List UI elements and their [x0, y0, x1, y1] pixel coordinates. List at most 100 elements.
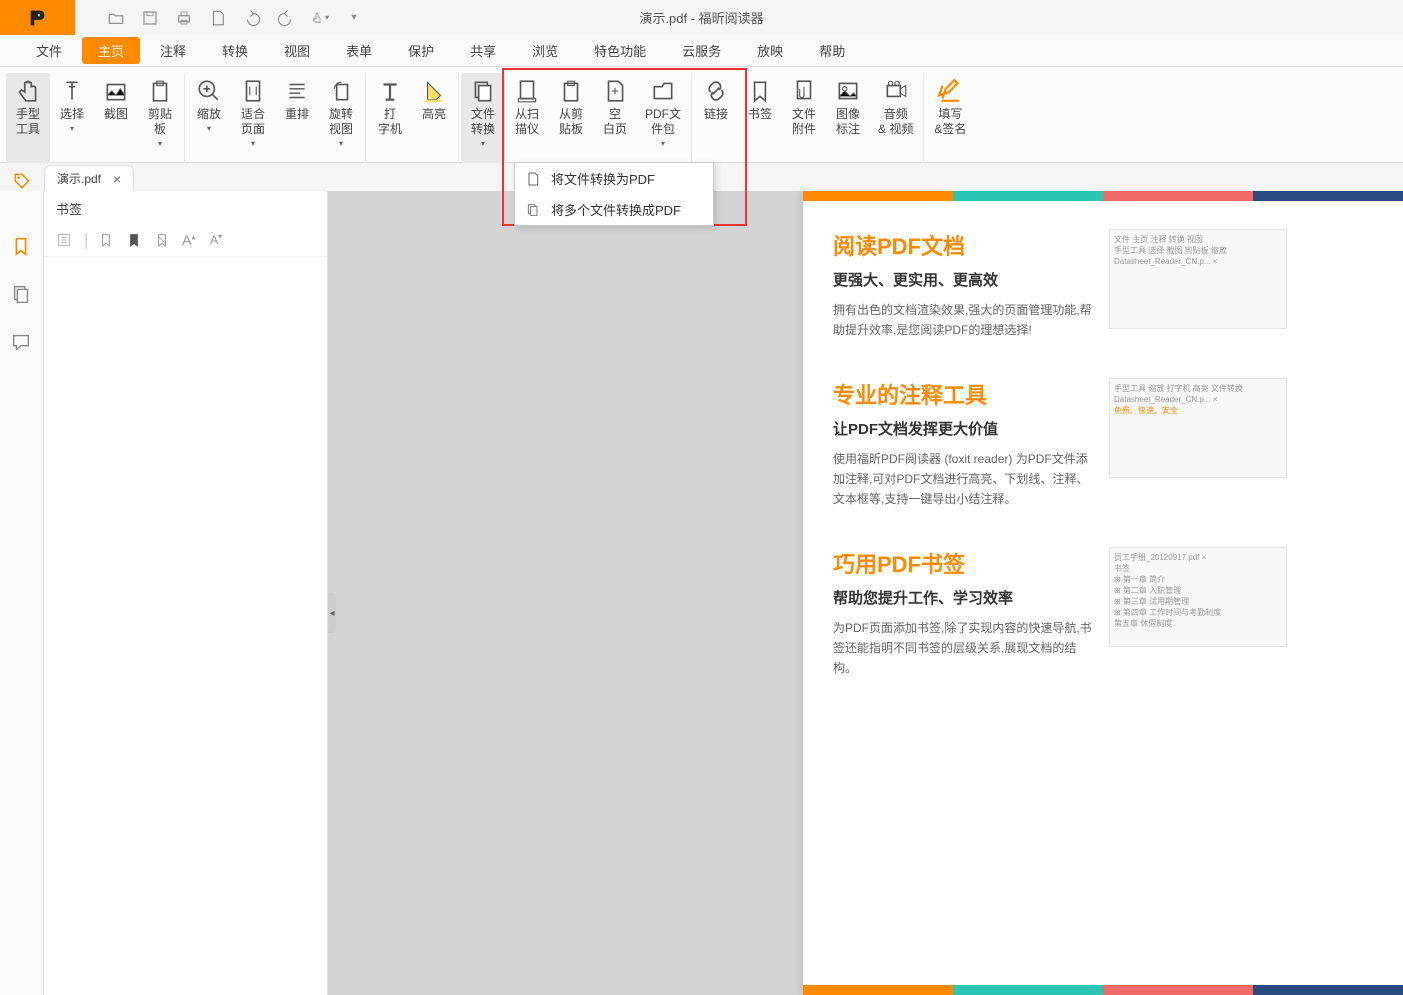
convert-multiple-item[interactable]: 将多个文件转换成PDF — [515, 194, 713, 225]
section2-title: 专业的注释工具 — [833, 378, 1093, 410]
menu-help[interactable]: 帮助 — [803, 37, 861, 64]
save-icon[interactable] — [141, 9, 159, 27]
file-attach-button[interactable]: 文件 附件 — [782, 73, 826, 163]
delete-bookmark-icon[interactable] — [154, 232, 172, 250]
image-annotate-button[interactable]: 图像 标注 — [826, 73, 870, 163]
zoom-icon — [195, 77, 223, 105]
from-clipboard-icon — [557, 77, 585, 105]
foxit-logo-icon — [27, 7, 49, 29]
menu-feature[interactable]: 特色功能 — [578, 37, 662, 64]
ribbon: 手型 工具 选择▾ 截图 剪贴 板▾ 缩放▾ 适合 页面▾ 重排 — [0, 67, 1403, 163]
pages-panel-icon[interactable] — [10, 283, 34, 307]
section3-subtitle: 帮助您提升工作、学习效率 — [833, 587, 1093, 608]
select-button[interactable]: 选择▾ — [50, 73, 94, 163]
bookmark-panel-icon[interactable] — [10, 235, 34, 259]
document-view[interactable]: ◂ 阅读PDF文档 更强大、更实用、更高效 拥有出色的文档渲染效果,强大的页面管… — [328, 191, 1403, 995]
section3-body: 为PDF页面添加书签,除了实现内容的快速导航,书签还能指明不同书签的层级关系,展… — [833, 618, 1093, 678]
open-icon[interactable] — [107, 9, 125, 27]
attach-icon — [790, 77, 818, 105]
document-tab[interactable]: 演示.pdf × — [44, 165, 134, 191]
highlight-button[interactable]: 高亮 — [412, 73, 456, 163]
bookmark-toolbar: | A▴ A▾ — [44, 226, 327, 257]
menu-annotate[interactable]: 注释 — [144, 37, 202, 64]
redo-icon[interactable] — [277, 9, 295, 27]
font-decrease-icon[interactable]: A▾ — [210, 232, 228, 250]
close-tab-icon[interactable]: × — [113, 171, 121, 187]
section3-title: 巧用PDF书签 — [833, 547, 1093, 579]
from-clipboard-button[interactable]: 从剪 贴板 — [549, 73, 593, 163]
link-icon — [702, 77, 730, 105]
menu-view[interactable]: 视图 — [268, 37, 326, 64]
fit-page-button[interactable]: 适合 页面▾ — [231, 73, 275, 163]
fill-sign-button[interactable]: 填写 &签名 — [926, 73, 974, 163]
highlight-icon — [420, 77, 448, 105]
pdf-package-button[interactable]: PDF文 件包▾ — [637, 73, 689, 163]
section3-thumbnail: 员工手册_20120917.pdf ×书签⊞ 第一章 简介⊞ 第二章 入职管理⊞… — [1109, 547, 1287, 647]
files-icon — [525, 202, 541, 218]
add-bookmark-icon[interactable] — [98, 232, 116, 250]
title-bar: ▾ ▾ 演示.pdf - 福昕阅读器 — [0, 0, 1403, 35]
file-icon — [525, 171, 541, 187]
image-annotate-icon — [834, 77, 862, 105]
print-icon[interactable] — [175, 9, 193, 27]
audio-video-button[interactable]: 音频 & 视频 — [870, 73, 921, 163]
hand-icon — [14, 77, 42, 105]
menu-cloud[interactable]: 云服务 — [666, 37, 737, 64]
pdf-page: 阅读PDF文档 更强大、更实用、更高效 拥有出色的文档渲染效果,强大的页面管理功… — [803, 191, 1403, 995]
menu-file[interactable]: 文件 — [20, 37, 78, 64]
touch-icon[interactable]: ▾ — [311, 9, 329, 27]
font-increase-icon[interactable]: A▴ — [182, 232, 200, 250]
fit-page-icon — [239, 77, 267, 105]
typewriter-button[interactable]: 打 字机 — [368, 73, 412, 163]
hand-tool-button[interactable]: 手型 工具 — [6, 73, 50, 163]
undo-icon[interactable] — [243, 9, 261, 27]
snapshot-button[interactable]: 截图 — [94, 73, 138, 163]
window-title: 演示.pdf - 福昕阅读器 — [639, 8, 763, 27]
section2-subtitle: 让PDF文档发挥更大价值 — [833, 418, 1093, 439]
menu-convert[interactable]: 转换 — [206, 37, 264, 64]
menu-present[interactable]: 放映 — [741, 37, 799, 64]
file-convert-icon — [469, 77, 497, 105]
rotate-icon — [327, 77, 355, 105]
bookmark-button[interactable]: 书签 — [738, 73, 782, 163]
comments-panel-icon[interactable] — [10, 331, 34, 355]
convert-to-pdf-item[interactable]: 将文件转换为PDF — [515, 163, 713, 194]
blank-page-button[interactable]: 空 白页 — [593, 73, 637, 163]
section1-subtitle: 更强大、更实用、更高效 — [833, 269, 1093, 290]
pencil-icon — [936, 77, 964, 105]
reflow-button[interactable]: 重排 — [275, 73, 319, 163]
tag-icon[interactable] — [12, 171, 32, 191]
blank-page-icon — [601, 77, 629, 105]
file-convert-button[interactable]: 文件 转换▾ — [461, 73, 505, 163]
menu-browse[interactable]: 浏览 — [516, 37, 574, 64]
menu-protect[interactable]: 保护 — [392, 37, 450, 64]
more-icon[interactable]: ▾ — [345, 9, 363, 27]
expand-icon[interactable] — [56, 232, 74, 250]
clipboard-button[interactable]: 剪贴 板▾ — [138, 73, 182, 163]
rotate-view-button[interactable]: 旋转 视图▾ — [319, 73, 363, 163]
page-icon[interactable] — [209, 9, 227, 27]
panel-splitter[interactable]: ◂ — [328, 593, 336, 633]
snapshot-icon — [102, 77, 130, 105]
menu-home[interactable]: 主页 — [82, 37, 140, 64]
scanner-icon — [513, 77, 541, 105]
bookmark-panel-title: 书签 — [44, 191, 327, 226]
section2-body: 使用福昕PDF阅读器 (foxit reader) 为PDF文件添加注释,可对P… — [833, 449, 1093, 509]
menu-bar: 文件 主页 注释 转换 视图 表单 保护 共享 浏览 特色功能 云服务 放映 帮… — [0, 35, 1403, 67]
menu-share[interactable]: 共享 — [454, 37, 512, 64]
link-button[interactable]: 链接 — [694, 73, 738, 163]
section2-thumbnail: 手型工具 缩放 打字机 高亮 文件转换Datasheet_Reader_CN.p… — [1109, 378, 1287, 478]
menu-form[interactable]: 表单 — [330, 37, 388, 64]
section1-body: 拥有出色的文档渲染效果,强大的页面管理功能,帮助提升效率,是您阅读PDF的理想选… — [833, 300, 1093, 340]
video-icon — [882, 77, 910, 105]
from-scanner-button[interactable]: 从扫 描仪 — [505, 73, 549, 163]
bookmark-panel: 书签 | A▴ A▾ — [44, 191, 328, 995]
file-convert-dropdown: 将文件转换为PDF 将多个文件转换成PDF — [514, 162, 714, 226]
main-area: 书签 | A▴ A▾ ◂ 阅读PDF文档 更强大、更实用、更高效 拥有出色的文档… — [0, 191, 1403, 995]
zoom-button[interactable]: 缩放▾ — [187, 73, 231, 163]
bookmark-check-icon[interactable] — [126, 232, 144, 250]
left-sidebar — [0, 191, 44, 995]
reflow-icon — [283, 77, 311, 105]
app-logo[interactable] — [0, 0, 75, 35]
clipboard-icon — [146, 77, 174, 105]
